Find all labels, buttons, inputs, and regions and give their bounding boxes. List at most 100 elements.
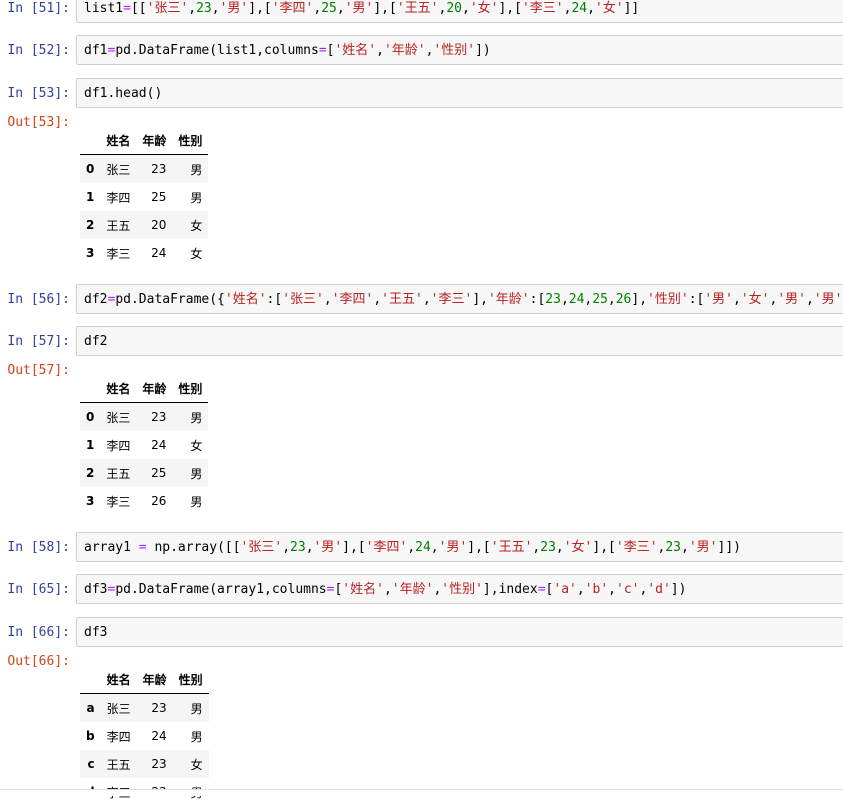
code-cell-input[interactable]: array1 = np.array([['张三',23,'男'],['李四',2… — [76, 532, 843, 562]
code-token: 23 — [545, 292, 561, 307]
code-text: df1.head() — [84, 86, 162, 102]
table-cell: 王五 — [106, 466, 131, 481]
code-token: , — [336, 1, 345, 16]
code-token: '男' — [704, 292, 734, 307]
code-token: 23 — [665, 540, 682, 555]
row-index: a — [86, 701, 95, 715]
code-token: '张三' — [240, 540, 283, 555]
table-row: 0 张三 23 男 — [80, 154, 209, 183]
table-cell: 王五 — [106, 218, 131, 233]
code-token: , — [383, 582, 392, 597]
code-token: ],[ — [248, 1, 272, 16]
column-header: 性别 — [172, 126, 209, 155]
code-token: ],[ — [373, 1, 397, 16]
table-cell: 24 — [151, 246, 167, 260]
code-cell-input[interactable]: list1=[['张三',23,'男'],['李四',25,'男'],['王五'… — [76, 0, 843, 23]
code-token: , — [576, 582, 585, 597]
table-row: c 王五 23 女 — [80, 750, 209, 778]
table-cell: 女 — [190, 757, 203, 772]
code-token: pd.DataFrame(list1,columns — [115, 43, 319, 58]
code-token: , — [211, 1, 220, 16]
code-token: ], — [472, 292, 488, 307]
code-token: [[ — [130, 1, 147, 16]
code-token: , — [555, 540, 564, 555]
code-token: '姓名' — [334, 43, 377, 58]
code-token: '王五' — [381, 292, 423, 307]
code-token: , — [681, 540, 689, 555]
code-token: , — [282, 540, 291, 555]
code-token: 'c' — [616, 582, 640, 597]
input-prompt: In [58]: — [7, 540, 70, 555]
table-cell: 李四 — [106, 438, 131, 453]
table-cell: 24 — [151, 729, 167, 743]
code-cell-input[interactable]: df1.head() — [76, 78, 843, 108]
row-index: 2 — [86, 218, 95, 232]
table-cell: 20 — [151, 218, 167, 232]
table-cell: 23 — [151, 701, 167, 715]
code-token: df3 — [84, 582, 108, 597]
table-cell: 男 — [190, 729, 203, 744]
row-index: b — [86, 729, 95, 743]
code-token: ],[ — [342, 540, 366, 555]
row-index: 0 — [86, 162, 95, 176]
table-row: 1 李四 24 女 — [80, 431, 208, 459]
code-token: 24 — [571, 1, 588, 16]
code-token: 'b' — [584, 582, 609, 597]
code-cell-input[interactable]: df1=pd.DataFrame(list1,columns=['姓名','年龄… — [76, 35, 843, 65]
code-cell-input[interactable]: df3 — [76, 617, 843, 647]
code-token: , — [323, 292, 332, 307]
code-token: '李四' — [331, 292, 374, 307]
table-cell: 女 — [190, 438, 203, 453]
code-token: 25 — [592, 292, 608, 307]
code-token: , — [805, 292, 814, 307]
code-token: :[ — [529, 292, 546, 307]
code-token: ],index — [482, 582, 538, 597]
code-token: pd.DataFrame({ — [115, 292, 225, 307]
code-token: '李三' — [615, 540, 658, 555]
code-text: list1=[['张三',23,'男'],['李四',25,'男'],['王五'… — [84, 1, 639, 17]
output-prompt: Out[66]: — [7, 654, 70, 669]
code-token: '年龄' — [391, 582, 434, 597]
code-token: :[ — [266, 292, 283, 307]
code-token: '男' — [438, 540, 468, 555]
table-cell: 23 — [151, 162, 167, 176]
column-header: 姓名 — [100, 126, 137, 155]
table-cell: 李四 — [106, 190, 131, 205]
code-token: '张三' — [146, 1, 189, 16]
dataframe-table: 姓名 年龄 性别 0 张三 23 男 1 李四 25 男 2 王五 20 女 3 李三 24 女 — [80, 126, 209, 267]
code-cell-input[interactable]: df3=pd.DataFrame(array1,columns=['姓名','年… — [76, 574, 843, 604]
row-index: 3 — [86, 494, 95, 508]
table-cell: 男 — [190, 494, 203, 509]
column-header: 姓名 — [100, 374, 137, 403]
column-header — [80, 665, 101, 694]
table-cell: 25 — [151, 190, 167, 204]
table-cell: 24 — [151, 438, 167, 452]
code-token: , — [733, 292, 741, 307]
row-index: 2 — [86, 466, 95, 480]
code-token: , — [461, 1, 470, 16]
input-prompt: In [51]: — [7, 1, 70, 16]
code-token: df1.head() — [84, 86, 163, 101]
output-prompt: Out[53]: — [7, 115, 70, 130]
code-token: , — [607, 292, 616, 307]
code-token: 23 — [196, 1, 212, 16]
table-cell: 23 — [151, 757, 167, 771]
table-cell: 男 — [190, 162, 203, 177]
code-cell-input[interactable]: df2=pd.DataFrame({'姓名':['张三','李四','王五','… — [76, 284, 843, 314]
input-prompt: In [53]: — [7, 86, 70, 101]
code-token: 23 — [540, 540, 556, 555]
table-cell: 李三 — [106, 246, 131, 261]
code-token: ],[ — [498, 1, 522, 16]
table-cell: 男 — [190, 466, 203, 481]
table-cell: 男 — [190, 190, 203, 205]
code-token: '性别' — [647, 292, 689, 307]
table-cell: 女 — [190, 246, 203, 261]
code-cell-input[interactable]: df2 — [76, 326, 843, 356]
code-token: '女' — [563, 540, 593, 555]
code-token: = — [537, 582, 546, 597]
table-cell: 男 — [190, 701, 203, 716]
code-token: '李三' — [521, 1, 564, 16]
table-cell: 张三 — [106, 162, 131, 177]
code-text: df2 — [84, 334, 107, 350]
code-token: '王五' — [396, 1, 439, 16]
